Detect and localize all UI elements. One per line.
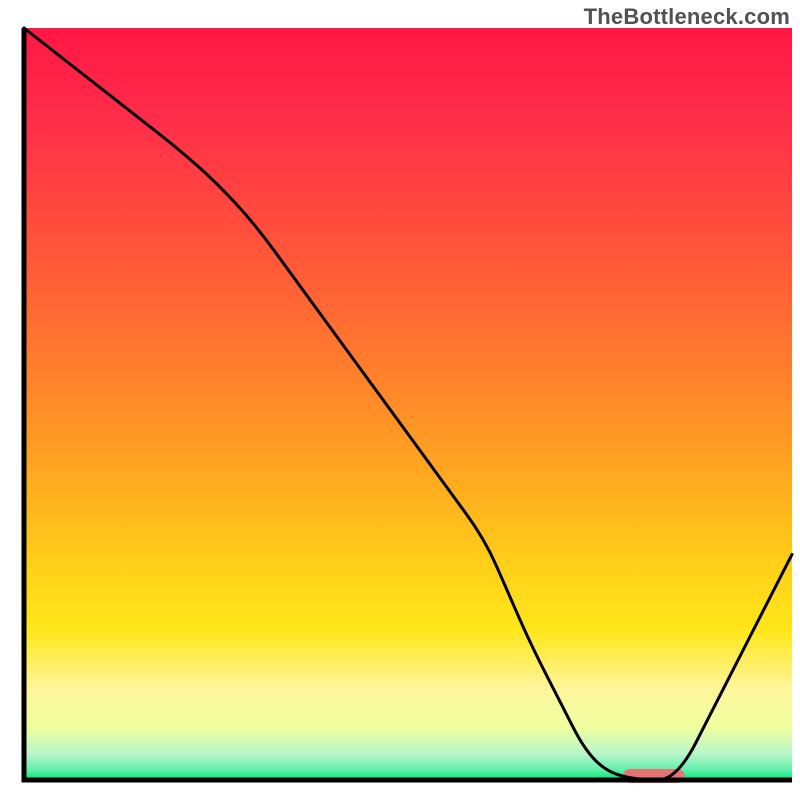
watermark-text: TheBottleneck.com xyxy=(584,4,790,30)
chart-background-gradient xyxy=(24,28,792,780)
bottleneck-chart xyxy=(0,0,800,800)
